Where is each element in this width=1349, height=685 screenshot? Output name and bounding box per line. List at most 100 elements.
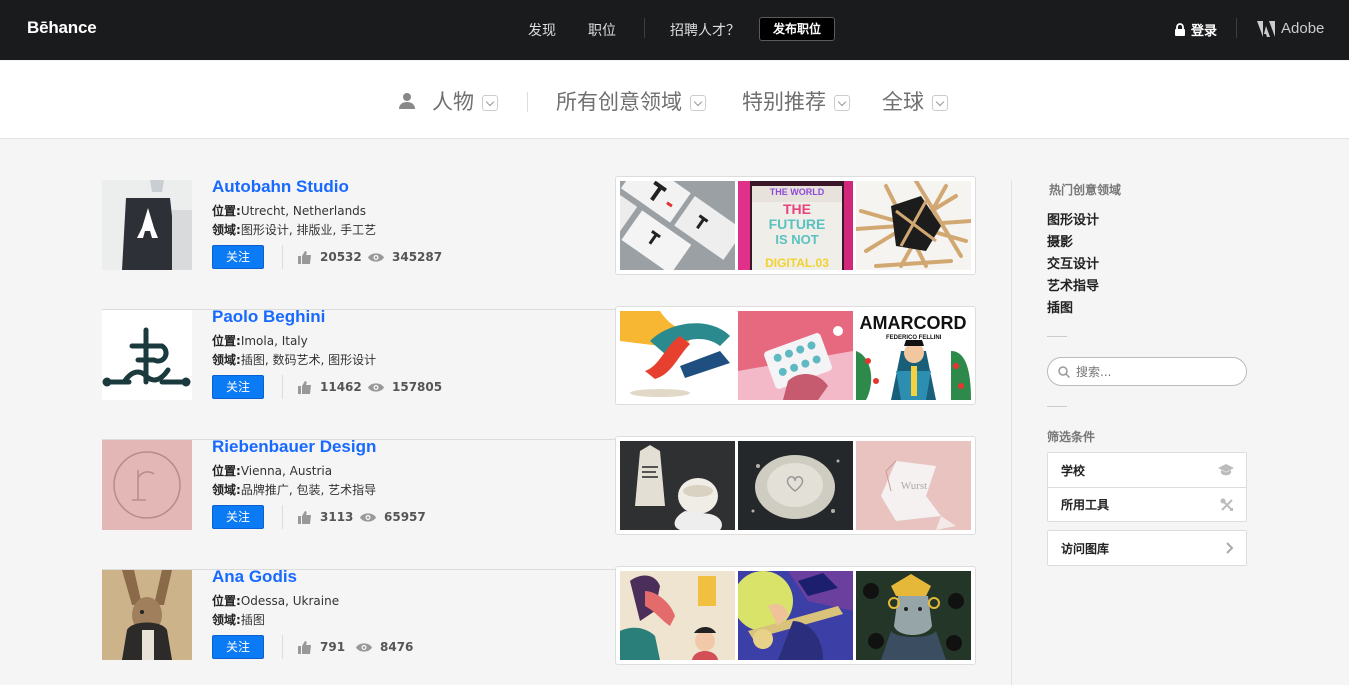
views-count: 157805: [368, 380, 442, 394]
filter-school[interactable]: 学校: [1048, 453, 1246, 487]
svg-text:FUTURE: FUTURE: [769, 216, 826, 232]
filter-featured-label: 特别推荐: [742, 90, 826, 114]
filter-heading: 筛选条件: [1047, 430, 1096, 444]
thumbs-up-icon: [298, 380, 311, 394]
project-thumbnail[interactable]: AMARCORD FEDERICO FELLINI: [856, 311, 971, 400]
follow-button[interactable]: 关注: [212, 375, 264, 399]
appreciations-count: 11462: [298, 380, 362, 394]
project-thumbnail[interactable]: [738, 571, 853, 660]
filter-tools-label: 所用工具: [1061, 498, 1110, 512]
filter-location-label: 全球: [882, 90, 924, 114]
filter-creative-fields[interactable]: 所有创意领域: [556, 86, 706, 116]
creator-name[interactable]: Riebenbauer Design: [212, 437, 376, 457]
eye-icon: [356, 642, 372, 652]
project-thumbnail[interactable]: Wurst: [856, 441, 971, 530]
views-count: 8476: [356, 640, 413, 654]
svg-text:Wurst: Wurst: [901, 480, 927, 492]
sidebar-separator: [1047, 336, 1067, 337]
hire-talent-link[interactable]: 招聘人才？: [670, 20, 740, 40]
creator-name[interactable]: Ana Godis: [212, 567, 297, 587]
creator-name[interactable]: Autobahn Studio: [212, 177, 349, 197]
creator-row: Autobahn Studio 位置:Utrecht, Netherlands …: [102, 176, 976, 310]
project-thumbnails: [615, 566, 976, 665]
follow-button[interactable]: 关注: [212, 505, 264, 529]
chevron-down-icon: [932, 95, 948, 111]
sidebar-divider: [1011, 180, 1012, 685]
visit-gallery-box: 访问图库: [1047, 530, 1247, 566]
stats-divider: [282, 635, 283, 659]
filter-location[interactable]: 全球: [882, 86, 948, 116]
chevron-down-icon: [690, 95, 706, 111]
svg-text:THE: THE: [783, 201, 811, 217]
eye-icon: [368, 252, 384, 262]
filter-tools-used[interactable]: 所用工具: [1048, 487, 1246, 521]
popular-field-graphic-design[interactable]: 图形设计: [1047, 209, 1099, 228]
creator-name[interactable]: Paolo Beghini: [212, 307, 325, 327]
search-icon: [1058, 365, 1070, 378]
creator-avatar[interactable]: [102, 570, 192, 660]
thumbs-up-icon: [298, 640, 311, 654]
filter-people[interactable]: 人物: [398, 86, 498, 116]
appreciations-count: 791: [298, 640, 345, 654]
stats-divider: [282, 375, 283, 399]
creator-row: Riebenbauer Design 位置:Vienna, Austria 领域…: [102, 436, 976, 570]
creator-fields: 领域:图形设计, 排版业, 手工艺: [212, 223, 377, 237]
filter-bar: 人物 所有创意领域 特别推荐 全球: [0, 61, 1349, 139]
follow-button[interactable]: 关注: [212, 245, 264, 269]
popular-fields-heading: 热门创意领域: [1049, 183, 1122, 197]
project-thumbnails: Wurst: [615, 436, 976, 535]
search-box[interactable]: [1047, 357, 1247, 386]
filter-options: 学校 所用工具: [1047, 452, 1247, 522]
creator-row: Paolo Beghini 位置:Imola, Italy 领域:插图, 数码艺…: [102, 306, 976, 440]
svg-text:DIGITAL.03: DIGITAL.03: [765, 256, 829, 270]
popular-field-illustration[interactable]: 插图: [1047, 297, 1073, 316]
filter-school-label: 学校: [1061, 463, 1086, 478]
creator-location: 位置:Imola, Italy: [212, 334, 308, 348]
person-icon: [399, 93, 415, 109]
nav-discover[interactable]: 发现: [528, 20, 556, 40]
appreciations-count: 20532: [298, 250, 362, 264]
top-navigation-bar: Bēhance 发现 职位 招聘人才？ 发布职位 登录 Adobe: [0, 0, 1349, 60]
thumbs-up-icon: [298, 250, 311, 264]
visit-gallery-link[interactable]: 访问图库: [1048, 531, 1246, 565]
visit-gallery-label: 访问图库: [1061, 541, 1110, 556]
svg-text:THE WORLD: THE WORLD: [770, 187, 825, 197]
behance-logo[interactable]: Bēhance: [27, 18, 97, 38]
project-thumbnail[interactable]: [620, 311, 735, 400]
post-job-button[interactable]: 发布职位: [759, 17, 835, 41]
popular-field-art-direction[interactable]: 艺术指导: [1047, 275, 1099, 294]
project-thumbnail[interactable]: [620, 441, 735, 530]
creator-row: Ana Godis 位置:Odessa, Ukraine 领域:插图 关注 79…: [102, 566, 976, 685]
project-thumbnail[interactable]: THE WORLD THE FUTURE IS NOT DIGITAL.03: [738, 181, 853, 270]
stats-divider: [282, 505, 283, 529]
creator-fields: 领域:品牌推广, 包装, 艺术指导: [212, 483, 377, 497]
project-thumbnail[interactable]: [738, 441, 853, 530]
thumbs-up-icon: [298, 510, 311, 524]
appreciations-count: 3113: [298, 510, 353, 524]
creator-avatar[interactable]: [102, 180, 192, 270]
sidebar-separator: [1047, 406, 1067, 407]
project-thumbnail[interactable]: [856, 181, 971, 270]
adobe-link[interactable]: Adobe: [1257, 20, 1324, 37]
project-thumbnail[interactable]: [620, 181, 735, 270]
creator-location: 位置:Vienna, Austria: [212, 464, 333, 478]
lock-icon: [1175, 23, 1185, 36]
eye-icon: [360, 512, 376, 522]
project-thumbnail[interactable]: [856, 571, 971, 660]
creator-location: 位置:Utrecht, Netherlands: [212, 204, 367, 218]
svg-text:AMARCORD: AMARCORD: [860, 313, 967, 333]
popular-field-interaction-design[interactable]: 交互设计: [1047, 253, 1099, 272]
nav-divider: [644, 18, 645, 38]
creator-avatar[interactable]: [102, 440, 192, 530]
popular-field-photography[interactable]: 摄影: [1047, 231, 1073, 250]
creator-avatar[interactable]: [102, 310, 192, 400]
project-thumbnail[interactable]: [620, 571, 735, 660]
filter-featured[interactable]: 特别推荐: [742, 86, 850, 116]
nav-jobs[interactable]: 职位: [588, 20, 616, 40]
filter-divider: [527, 92, 528, 112]
follow-button[interactable]: 关注: [212, 635, 264, 659]
search-input[interactable]: [1076, 364, 1236, 379]
login-button[interactable]: 登录: [1174, 20, 1217, 39]
project-thumbnail[interactable]: [738, 311, 853, 400]
project-thumbnails: THE WORLD THE FUTURE IS NOT DIGITAL.03: [615, 176, 976, 275]
